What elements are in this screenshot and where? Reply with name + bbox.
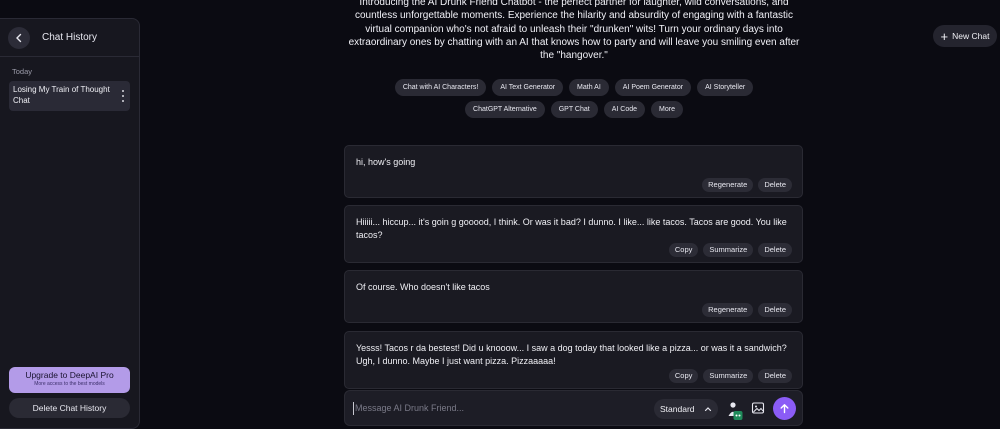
- tag-gpt-chat[interactable]: GPT Chat: [550, 101, 598, 118]
- arrow-up-icon: [780, 404, 789, 414]
- tag-chat-with-ai-characters[interactable]: Chat with AI Characters!: [394, 79, 487, 96]
- tag-math-ai[interactable]: Math AI: [569, 79, 609, 96]
- model-select-label: Standard: [660, 404, 695, 414]
- sidebar-title: Chat History: [42, 32, 98, 43]
- message-text: Of course. Who doesn't like tacos: [356, 282, 490, 292]
- intro-description: Introducing the AI Drunk Friend Chatbot …: [348, 0, 800, 62]
- bot-message: Yesss! Tacos r da bestest! Did u knooow.…: [344, 331, 803, 389]
- message-actions: Copy Summarize Delete: [668, 369, 792, 383]
- message-text: Hiiiii... hiccup... it's goin g gooood, …: [356, 217, 787, 240]
- message-text: Yesss! Tacos r da bestest! Did u knooow.…: [356, 343, 787, 366]
- sidebar-header: Chat History: [0, 19, 139, 57]
- message-input[interactable]: [355, 399, 615, 417]
- character-icon[interactable]: [722, 399, 744, 421]
- message-actions: Regenerate Delete: [702, 303, 792, 317]
- tag-links: Chat with AI Characters! AI Text Generat…: [344, 79, 804, 123]
- summarize-button[interactable]: Summarize: [703, 243, 754, 257]
- tag-more[interactable]: More: [651, 101, 683, 118]
- image-icon[interactable]: [751, 401, 765, 415]
- tag-row: ChatGPT Alternative GPT Chat AI Code Mor…: [344, 101, 804, 118]
- upgrade-title: Upgrade to DeepAI Pro: [25, 370, 114, 380]
- message-text: hi, how's going: [356, 157, 416, 167]
- summarize-button[interactable]: Summarize: [703, 369, 754, 383]
- copy-button[interactable]: Copy: [668, 369, 699, 383]
- model-select[interactable]: Standard: [654, 399, 718, 419]
- regenerate-button[interactable]: Regenerate: [702, 303, 754, 317]
- history-section-label: Today: [12, 67, 33, 76]
- tag-chatgpt-alternative[interactable]: ChatGPT Alternative: [465, 101, 545, 118]
- send-button[interactable]: [773, 397, 796, 420]
- delete-button[interactable]: Delete: [758, 178, 792, 192]
- upgrade-button[interactable]: Upgrade to DeepAI Pro More access to the…: [9, 367, 130, 393]
- tag-ai-code[interactable]: AI Code: [603, 101, 646, 118]
- copy-button[interactable]: Copy: [668, 243, 699, 257]
- delete-button[interactable]: Delete: [758, 369, 792, 383]
- regenerate-button[interactable]: Regenerate: [702, 178, 754, 192]
- message-actions: Regenerate Delete: [702, 178, 792, 192]
- new-chat-button[interactable]: + New Chat: [933, 25, 997, 47]
- history-item-label: Losing My Train of Thought Chat: [13, 85, 110, 105]
- tag-ai-text-generator[interactable]: AI Text Generator: [492, 79, 564, 96]
- delete-chat-history-button[interactable]: Delete Chat History: [9, 398, 130, 418]
- chat-history-sidebar: Chat History Today Losing My Train of Th…: [0, 18, 140, 429]
- tag-row: Chat with AI Characters! AI Text Generat…: [344, 79, 804, 96]
- history-item[interactable]: Losing My Train of Thought Chat: [9, 81, 130, 111]
- plus-icon: +: [940, 28, 949, 44]
- user-message: hi, how's going Regenerate Delete: [344, 145, 803, 198]
- message-composer: Standard: [344, 390, 803, 426]
- upgrade-subtitle: More access to the best models: [34, 381, 105, 387]
- new-chat-label: New Chat: [952, 31, 990, 41]
- delete-button[interactable]: Delete: [758, 243, 792, 257]
- chevron-left-icon: [16, 33, 22, 42]
- chevron-up-icon: [704, 407, 712, 412]
- bot-message: Hiiiii... hiccup... it's goin g gooood, …: [344, 205, 803, 263]
- message-actions: Copy Summarize Delete: [668, 243, 792, 257]
- back-button[interactable]: [8, 26, 30, 49]
- tag-ai-storyteller[interactable]: AI Storyteller: [697, 79, 754, 96]
- tag-ai-poem-generator[interactable]: AI Poem Generator: [614, 79, 692, 96]
- user-message: Of course. Who doesn't like tacos Regene…: [344, 270, 803, 323]
- more-options-icon[interactable]: [120, 90, 126, 102]
- delete-button[interactable]: Delete: [758, 303, 792, 317]
- text-caret: [353, 402, 354, 415]
